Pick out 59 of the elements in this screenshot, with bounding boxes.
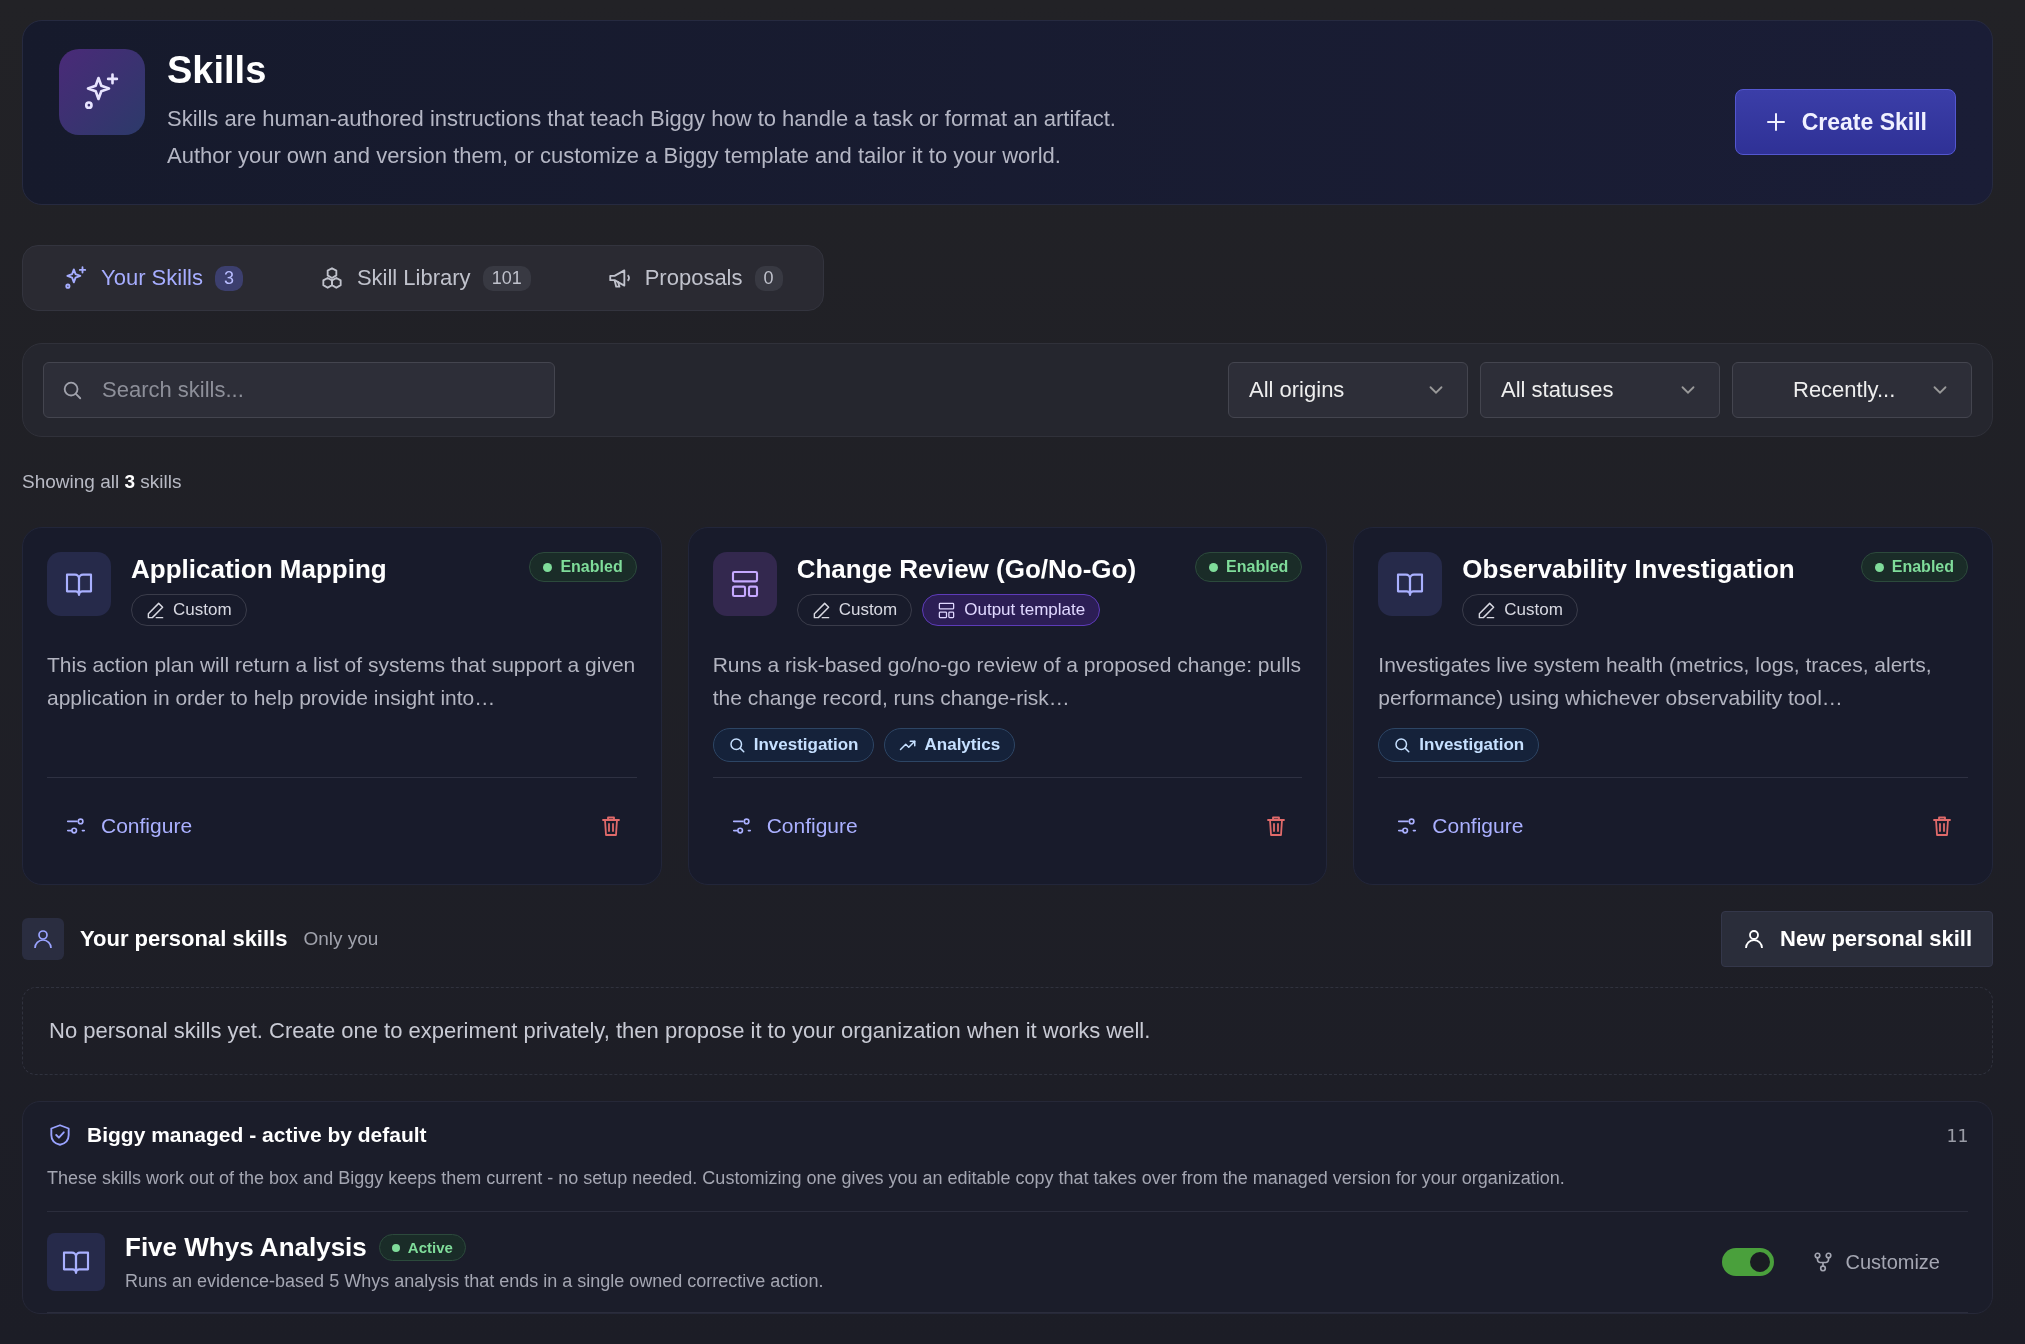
skill-description: Runs an evidence-based 5 Whys analysis that ends in a single owned corrective action. (125, 1271, 824, 1292)
skill-description: This action plan will return a list of systems that support a given application in order to help provide insight into… (47, 652, 637, 711)
pencil-icon (146, 600, 165, 620)
skill-description: Runs a risk-based go/no-go review of a proposed change: pulls the change record, runs change-risk… (712, 652, 1302, 711)
sliders-icon (65, 815, 87, 837)
status-badge: Enabled (1195, 552, 1303, 582)
filter-dropdown[interactable]: All statuses (1480, 362, 1720, 418)
empty-message: No personal skills yet. Create one to experiment privately, then propose it to your organization when it works well. (49, 1018, 1151, 1044)
sliders-icon (1396, 815, 1419, 837)
category-tag: Investigation (1378, 728, 1540, 762)
count-badge: 0 (754, 265, 783, 291)
template-tag: Output template (922, 594, 1101, 626)
fork-icon (1811, 1251, 1834, 1273)
skill-title: Application Mapping (131, 553, 387, 586)
pencil-icon (811, 600, 831, 620)
tab[interactable]: Proposals 0 (588, 252, 801, 304)
count-badge: 101 (482, 265, 531, 291)
filter-dropdown[interactable]: Recently... (1732, 362, 1972, 418)
search-icon (61, 379, 83, 401)
count-badge: 3 (214, 265, 243, 291)
skill-title: Observability Investigation (1462, 553, 1795, 586)
sparkles-icon (59, 49, 145, 135)
search-icon (727, 736, 746, 754)
category-tag: Investigation (712, 728, 874, 762)
tab[interactable]: Your Skills 3 (45, 252, 261, 304)
configure-button[interactable]: Configure (722, 806, 866, 846)
page-description: Author your own and version them, or customize a Biggy template and tailor it to your world. (167, 142, 1062, 170)
section-title: Your personal skills (80, 926, 288, 952)
shield-check-icon (47, 1122, 73, 1148)
section-description: These skills work out of the box and Biggy keeps them current - no setup needed. Customizing one gives you an editable copy that takes over from the managed version for your organization. (47, 1168, 1968, 1212)
user-icon (22, 918, 64, 960)
create-skill-button[interactable]: Create Skill (1734, 89, 1956, 155)
status-badge: Active (378, 1234, 466, 1261)
layout-icon (937, 600, 957, 620)
skill-title: Change Review (Go/No-Go) (796, 553, 1137, 586)
customize-button[interactable]: Customize (1805, 1249, 1946, 1275)
pencil-icon (1477, 600, 1497, 620)
tab[interactable]: Skill Library 101 (300, 252, 549, 304)
skill-count: 11 (1946, 1124, 1968, 1146)
sliders-icon (730, 815, 753, 837)
section-title: Biggy managed - active by default (87, 1123, 427, 1147)
configure-button[interactable]: Configure (57, 806, 201, 846)
page-description: Skills are human-authored instructions that teach Biggy how to handle a task or format an artifact. (167, 105, 1117, 133)
results-summary: Showing all 3 skills (22, 471, 183, 493)
filter-dropdown[interactable]: All origins (1228, 362, 1468, 418)
skill-description: Investigates live system health (metrics, logs, traces, alerts, performance) using whichever observability tool… (1378, 652, 1933, 711)
search-icon (1393, 736, 1412, 754)
skill-title: Five Whys Analysis (125, 1232, 367, 1263)
configure-button[interactable]: Configure (1388, 806, 1532, 846)
category-tag: Analytics (883, 728, 1016, 762)
search-field[interactable]: Search skills... (43, 362, 555, 418)
page-title: Skills (167, 49, 268, 92)
trash-icon (1930, 814, 1954, 838)
new-personal-skill-button[interactable]: New personal skill (1721, 911, 1993, 967)
sparkles-icon (63, 265, 89, 291)
status-badge: Enabled (529, 552, 637, 582)
toggle-switch[interactable] (1721, 1248, 1774, 1276)
status-badge: Enabled (1860, 552, 1968, 582)
section-subtitle: Only you (303, 928, 379, 950)
